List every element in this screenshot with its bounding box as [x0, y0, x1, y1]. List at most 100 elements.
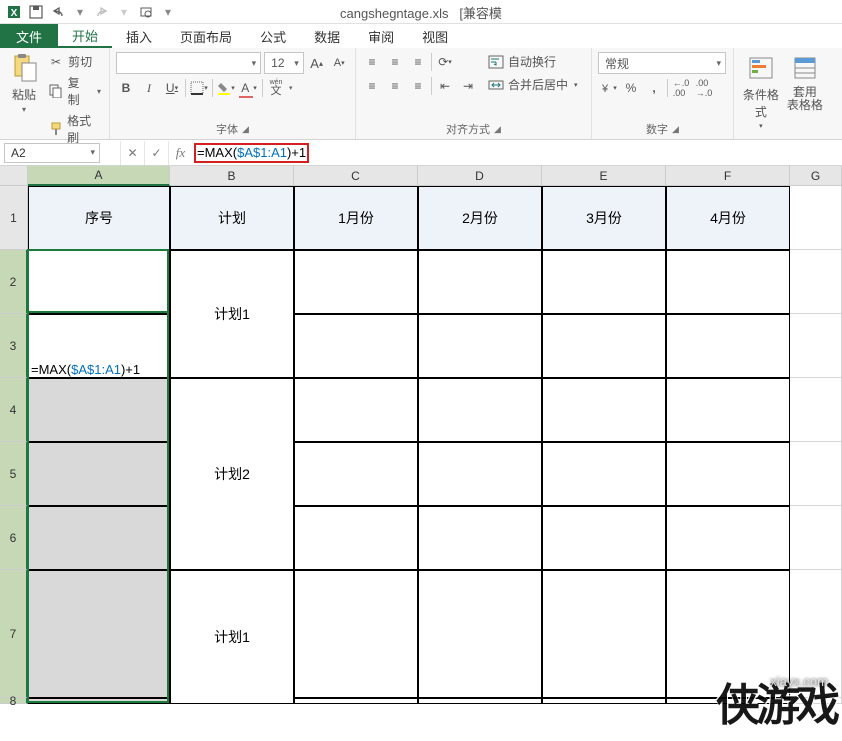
fx-button[interactable]: fx	[168, 141, 192, 165]
increase-font-icon[interactable]: A▴	[307, 53, 327, 73]
qat-more-icon[interactable]: ▾	[158, 2, 178, 22]
cell-C8[interactable]	[294, 698, 418, 704]
cell-B2[interactable]: 计划1	[170, 250, 294, 378]
decrease-font-icon[interactable]: A▾	[329, 53, 349, 73]
cell-D7[interactable]	[418, 570, 542, 698]
cell-G6[interactable]	[790, 506, 842, 570]
increase-decimal-icon[interactable]: ←.0.00	[671, 78, 691, 98]
tab-home[interactable]: 开始	[58, 24, 112, 48]
cell-F3[interactable]	[666, 314, 790, 378]
increase-indent-icon[interactable]: ⇥	[458, 76, 478, 96]
cell-G3[interactable]	[790, 314, 842, 378]
comma-icon[interactable]: ,	[644, 78, 664, 98]
col-header-B[interactable]: B	[170, 166, 294, 186]
cell-E8[interactable]	[542, 698, 666, 704]
border-button[interactable]: ▾	[189, 78, 209, 98]
align-launcher-icon[interactable]: ◢	[494, 124, 501, 135]
cell-F4[interactable]	[666, 378, 790, 442]
cell-A2[interactable]	[28, 250, 170, 314]
cell-E1[interactable]: 3月份	[542, 186, 666, 250]
tab-data[interactable]: 数据	[300, 24, 354, 48]
cell-G5[interactable]	[790, 442, 842, 506]
cell-D2[interactable]	[418, 250, 542, 314]
col-header-G[interactable]: G	[790, 166, 842, 186]
print-preview-icon[interactable]	[136, 2, 156, 22]
cell-G1[interactable]	[790, 186, 842, 250]
cell-G4[interactable]	[790, 378, 842, 442]
cell-A6[interactable]	[28, 506, 170, 570]
wrap-text-button[interactable]: 自动换行	[486, 52, 580, 71]
cell-F2[interactable]	[666, 250, 790, 314]
orientation-icon[interactable]: ⟳▾	[435, 52, 455, 72]
col-header-F[interactable]: F	[666, 166, 790, 186]
font-launcher-icon[interactable]: ◢	[242, 124, 249, 135]
cell-A8[interactable]	[28, 698, 170, 704]
percent-icon[interactable]: %	[621, 78, 641, 98]
cell-B4[interactable]: 计划2	[170, 378, 294, 570]
enter-formula-button[interactable]: ✓	[144, 141, 168, 165]
undo-icon[interactable]	[48, 2, 68, 22]
select-all-corner[interactable]	[0, 166, 28, 186]
col-header-D[interactable]: D	[418, 166, 542, 186]
cell-F5[interactable]	[666, 442, 790, 506]
cell-E7[interactable]	[542, 570, 666, 698]
row-header-5[interactable]: 5	[0, 442, 28, 506]
cell-A4[interactable]	[28, 378, 170, 442]
cell-C1[interactable]: 1月份	[294, 186, 418, 250]
cancel-formula-button[interactable]: ✕	[120, 141, 144, 165]
cell-C7[interactable]	[294, 570, 418, 698]
conditional-format-button[interactable]: 条件格式 ▾	[740, 52, 782, 130]
cell-F6[interactable]	[666, 506, 790, 570]
fill-color-button[interactable]: ▾	[216, 78, 236, 98]
cell-C6[interactable]	[294, 506, 418, 570]
cell-E5[interactable]	[542, 442, 666, 506]
font-name-select[interactable]	[116, 52, 261, 74]
cell-E2[interactable]	[542, 250, 666, 314]
cell-G2[interactable]	[790, 250, 842, 314]
underline-button[interactable]: U▾	[162, 78, 182, 98]
col-header-C[interactable]: C	[294, 166, 418, 186]
cell-F1[interactable]: 4月份	[666, 186, 790, 250]
redo-icon[interactable]	[92, 2, 112, 22]
cell-A3[interactable]: =MAX($A$1:A1)+1	[28, 314, 170, 378]
cell-A5[interactable]	[28, 442, 170, 506]
paste-button[interactable]: 粘贴 ▾	[6, 52, 42, 114]
cell-C2[interactable]	[294, 250, 418, 314]
cell-D8[interactable]	[418, 698, 542, 704]
align-bottom-icon[interactable]: ≡	[408, 52, 428, 72]
align-top-icon[interactable]: ≡	[362, 52, 382, 72]
bold-button[interactable]: B	[116, 78, 136, 98]
align-right-icon[interactable]: ≡	[408, 76, 428, 96]
font-size-select[interactable]: 12	[264, 52, 304, 74]
cell-A7[interactable]	[28, 570, 170, 698]
tab-insert[interactable]: 插入	[112, 24, 166, 48]
cell-C5[interactable]	[294, 442, 418, 506]
col-header-A[interactable]: A	[28, 166, 170, 186]
row-header-2[interactable]: 2	[0, 250, 28, 314]
number-launcher-icon[interactable]: ◢	[672, 124, 679, 135]
decrease-decimal-icon[interactable]: .00→.0	[694, 78, 714, 98]
cell-D5[interactable]	[418, 442, 542, 506]
table-style-button[interactable]: 套用 表格格	[786, 52, 824, 112]
font-color-button[interactable]: A▾	[239, 78, 259, 98]
row-header-7[interactable]: 7	[0, 570, 28, 698]
tab-file[interactable]: 文件	[0, 24, 58, 48]
cell-B7[interactable]: 计划1	[170, 570, 294, 704]
row-header-3[interactable]: 3	[0, 314, 28, 378]
align-left-icon[interactable]: ≡	[362, 76, 382, 96]
cell-D1[interactable]: 2月份	[418, 186, 542, 250]
undo-dropdown-icon[interactable]: ▾	[70, 2, 90, 22]
col-header-E[interactable]: E	[542, 166, 666, 186]
cell-D6[interactable]	[418, 506, 542, 570]
tab-formulas[interactable]: 公式	[246, 24, 300, 48]
copy-button[interactable]: 复制▾	[46, 73, 103, 109]
row-header-8[interactable]: 8	[0, 698, 28, 704]
cell-A1[interactable]: 序号	[28, 186, 170, 250]
align-center-icon[interactable]: ≡	[385, 76, 405, 96]
align-middle-icon[interactable]: ≡	[385, 52, 405, 72]
tab-pagelayout[interactable]: 页面布局	[166, 24, 246, 48]
name-box[interactable]: A2	[4, 143, 100, 163]
currency-icon[interactable]: ¥▾	[598, 78, 618, 98]
row-header-6[interactable]: 6	[0, 506, 28, 570]
italic-button[interactable]: I	[139, 78, 159, 98]
